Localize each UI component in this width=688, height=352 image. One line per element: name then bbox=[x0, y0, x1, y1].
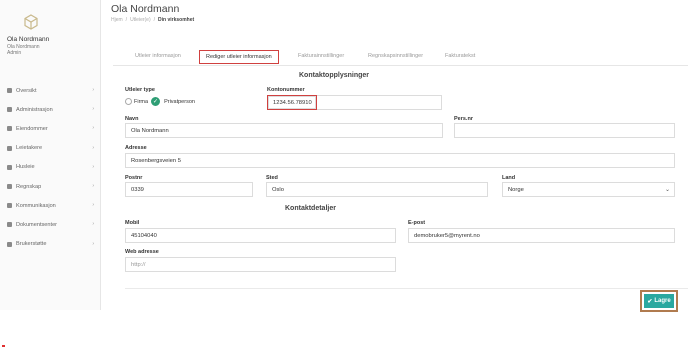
sidebar-item-label: Oversikt bbox=[16, 87, 37, 94]
sidebar-item-label: Brukerstøtte bbox=[16, 241, 47, 248]
land-select[interactable]: Norge ⌄ bbox=[502, 182, 675, 197]
mobil-label: Mobil bbox=[125, 220, 140, 226]
epost-label: E-post bbox=[408, 220, 426, 226]
chevron-right-icon: › bbox=[92, 202, 94, 209]
cube-logo-icon bbox=[24, 14, 38, 30]
breadcrumb-separator: / bbox=[125, 17, 128, 23]
sted-label: Sted bbox=[266, 175, 278, 181]
key-icon bbox=[7, 145, 12, 151]
checkmark-icon: ✔ bbox=[647, 298, 653, 305]
sidebar-item-dokumentsenter[interactable]: Dokumentsenter › bbox=[0, 215, 101, 234]
sted-field[interactable]: Oslo bbox=[266, 182, 488, 197]
breadcrumb-separator: / bbox=[153, 17, 156, 23]
privatperson-radio-label: Privatperson bbox=[164, 98, 195, 105]
sidebar-item-eiendommer[interactable]: Eiendommer › bbox=[0, 119, 101, 138]
chevron-right-icon: › bbox=[92, 182, 94, 189]
tab-fakturatekst[interactable]: Fakturatekst bbox=[445, 53, 475, 59]
chevron-right-icon: › bbox=[92, 125, 94, 132]
red-marker bbox=[2, 345, 5, 347]
tab-rediger-utleier-informasjon[interactable]: Rediger utleier informasjon bbox=[199, 50, 279, 64]
save-button[interactable]: ✔ Lagre bbox=[644, 294, 674, 308]
breadcrumb: Hjem / Utleier(e) / Din virksomhet bbox=[111, 17, 194, 23]
breadcrumb-home-link[interactable]: Hjem bbox=[111, 17, 123, 23]
sidebar-item-label: Husleie bbox=[16, 164, 35, 171]
chevron-right-icon: › bbox=[92, 106, 94, 113]
user-subtitle: Ola Nordmann Admin bbox=[7, 44, 40, 56]
sidebar-item-label: Regnskap bbox=[16, 183, 42, 190]
sidebar-item-kommunikasjon[interactable]: Kommunikasjon › bbox=[0, 196, 101, 215]
privatperson-radio[interactable]: ✓ bbox=[151, 97, 161, 106]
form-divider bbox=[125, 288, 688, 289]
save-button-highlight: ✔ Lagre bbox=[640, 290, 678, 312]
sidebar-item-leietakere[interactable]: Leietakere › bbox=[0, 139, 101, 158]
postnr-field[interactable]: 0339 bbox=[125, 182, 253, 197]
file-icon bbox=[7, 222, 12, 228]
utleier-type-radio-group: Firma ✓ Privatperson bbox=[125, 97, 195, 106]
sidebar-item-label: Dokumentsenter bbox=[16, 221, 58, 228]
navn-field[interactable]: Ola Nordmann bbox=[125, 123, 443, 138]
sidebar-item-label: Administrasjon bbox=[16, 106, 53, 113]
chevron-right-icon: › bbox=[92, 221, 94, 228]
chevron-right-icon: › bbox=[92, 87, 94, 93]
sidebar-nav: Oversikt › Administrasjon › Eiendommer › Le… bbox=[0, 81, 101, 254]
firma-radio[interactable] bbox=[125, 98, 132, 105]
user-name: Ola Nordmann bbox=[7, 36, 50, 43]
navn-label: Navn bbox=[125, 116, 139, 122]
sidebar-item-husleie[interactable]: Husleie › bbox=[0, 158, 101, 177]
persnr-label: Pers.nr bbox=[454, 116, 473, 122]
chevron-down-icon: ⌄ bbox=[664, 187, 670, 193]
sidebar-item-label: Kommunikasjon bbox=[16, 202, 56, 209]
section-title-kontaktopplysninger: Kontaktopplysninger bbox=[299, 72, 370, 79]
chat-icon bbox=[7, 203, 12, 209]
sidebar-item-brukerstotte[interactable]: Brukerstøtte › bbox=[0, 235, 101, 254]
sidebar-item-regnskap[interactable]: Regnskap › bbox=[0, 177, 101, 196]
document-icon bbox=[7, 164, 12, 170]
chevron-right-icon: › bbox=[92, 163, 94, 170]
mobil-field[interactable]: 45104040 bbox=[125, 228, 396, 243]
sidebar-item-oversikt[interactable]: Oversikt › bbox=[0, 81, 101, 100]
kontonummer-field[interactable]: 1234.56.78910 bbox=[267, 95, 317, 110]
building-icon bbox=[7, 126, 12, 132]
tab-utleier-informasjon[interactable]: Utleier informasjon bbox=[135, 53, 181, 59]
breadcrumb-utleiere-link[interactable]: Utleier(e) bbox=[130, 17, 151, 23]
web-adresse-field[interactable]: http:// bbox=[125, 257, 396, 272]
postnr-label: Postnr bbox=[125, 175, 143, 181]
breadcrumb-current: Din virksomhet bbox=[158, 17, 195, 23]
chart-icon bbox=[7, 184, 12, 190]
land-selected-value: Norge bbox=[508, 187, 524, 193]
tab-regnskapsinnstillinger[interactable]: Regnskapsinnstillinger bbox=[368, 53, 423, 59]
firma-radio-label: Firma bbox=[134, 98, 149, 105]
sidebar-item-administrasjon[interactable]: Administrasjon › bbox=[0, 100, 101, 119]
save-button-label: Lagre bbox=[654, 298, 671, 304]
adresse-field[interactable]: Rosenbergsveien 5 bbox=[125, 153, 675, 168]
section-title-kontaktdetaljer: Kontaktdetaljer bbox=[285, 205, 336, 212]
chevron-right-icon: › bbox=[92, 240, 94, 247]
sidebar-item-label: Leietakere bbox=[16, 145, 43, 152]
epost-field[interactable]: demobruker5@myrent.no bbox=[408, 228, 675, 243]
home-icon bbox=[7, 88, 12, 94]
users-icon bbox=[7, 107, 12, 113]
page-title: Ola Nordmann bbox=[111, 3, 180, 15]
tab-fakturainnstillinger[interactable]: Fakturainnstillinger bbox=[298, 53, 344, 59]
kontonummer-field-extension[interactable] bbox=[317, 95, 442, 110]
kontonummer-label: Kontonummer bbox=[267, 87, 305, 93]
sidebar-item-label: Eiendommer bbox=[16, 125, 48, 132]
user-role: Admin bbox=[7, 50, 22, 56]
help-icon bbox=[7, 241, 12, 247]
web-adresse-label: Web adresse bbox=[125, 249, 159, 255]
tab-bar: Utleier informasjon Rediger utleier info… bbox=[113, 50, 688, 66]
utleier-type-label: Utleier type bbox=[125, 87, 155, 93]
adresse-label: Adresse bbox=[125, 145, 147, 151]
persnr-field[interactable] bbox=[454, 123, 675, 138]
land-label: Land bbox=[502, 175, 516, 181]
chevron-right-icon: › bbox=[92, 144, 94, 151]
main-panel: Utleier informasjon Rediger utleier info… bbox=[113, 42, 688, 310]
sidebar: Ola Nordmann Ola Nordmann Admin Oversikt… bbox=[0, 0, 101, 310]
